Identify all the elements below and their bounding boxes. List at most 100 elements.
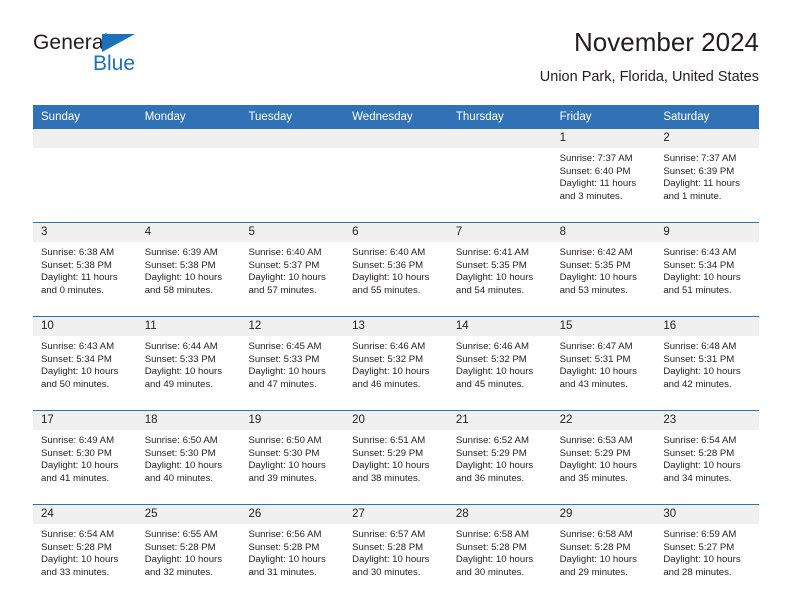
calendar-day-cell[interactable]: 14 Sunrise: 6:46 AM Sunset: 5:32 PM Dayligh… [447,317,552,410]
daylight-text: Daylight: 10 hours and 33 minutes. [41,554,119,578]
weekday-header-wednesday: Wednesday [352,111,413,123]
calendar-day-cell[interactable]: 21 Sunrise: 6:52 AM Sunset: 5:29 PM Dayligh… [447,411,552,504]
calendar-day-cell[interactable]: 29 Sunrise: 6:58 AM Sunset: 5:28 PM Dayligh… [551,505,656,598]
calendar-day-cell[interactable]: 7 Sunrise: 6:41 AM Sunset: 5:35 PM Daylight… [447,223,552,316]
calendar-day-cell[interactable]: 15 Sunrise: 6:47 AM Sunset: 5:31 PM Dayligh… [551,317,656,410]
day-info: Sunrise: 6:50 AM Sunset: 5:30 PM Daylight:… [240,430,344,485]
sunset-text: Sunset: 5:28 PM [41,541,112,553]
calendar-day-cell[interactable]: 12 Sunrise: 6:45 AM Sunset: 5:33 PM Dayligh… [240,317,345,410]
day-number: 28 [455,508,469,520]
sunset-text: Sunset: 5:28 PM [248,541,320,553]
daylight-text: Daylight: 10 hours and 54 minutes. [455,272,534,296]
calendar-day-cell[interactable]: 3 Sunrise: 6:38 AM Sunset: 5:38 PM Daylight… [33,223,137,316]
sunrise-text: Sunrise: 6:57 AM [352,529,426,540]
location-subtitle: Union Park, Florida, United States [539,69,759,85]
calendar-day-cell[interactable]: 20 Sunrise: 6:51 AM Sunset: 5:29 PM Dayligh… [344,411,448,504]
weekday-header-sunday: Sunday [41,111,81,123]
day-number-band: 10 [33,317,137,336]
sunrise-text: Sunrise: 6:50 AM [248,435,322,446]
weekday-header-friday: Friday [559,111,592,123]
day-number: 27 [352,508,365,520]
day-info: Sunrise: 6:46 AM Sunset: 5:32 PM Daylight:… [448,336,552,391]
calendar-day-cell[interactable]: 6 Sunrise: 6:40 AM Sunset: 5:36 PM Daylight… [344,223,448,316]
sunset-text: Sunset: 6:40 PM [559,165,631,177]
calendar-day-cell[interactable]: 4 Sunrise: 6:39 AM Sunset: 5:38 PM Daylight… [136,223,241,316]
calendar-week-row: 24 Sunrise: 6:54 AM Sunset: 5:28 PM Dayligh… [33,504,760,598]
daylight-text: Daylight: 11 hours and 1 minute. [663,178,740,202]
day-info: Sunrise: 6:43 AM Sunset: 5:34 PM Daylight:… [33,336,137,391]
daylight-text: Daylight: 10 hours and 43 minutes. [559,366,637,390]
calendar-day-cell[interactable]: 26 Sunrise: 6:56 AM Sunset: 5:28 PM Dayligh… [240,505,345,598]
calendar-day-cell[interactable]: 24 Sunrise: 6:54 AM Sunset: 5:28 PM Dayligh… [33,505,137,598]
calendar-day-cell-empty [136,129,241,222]
sunrise-text: Sunrise: 7:37 AM [663,153,737,164]
daylight-text: Daylight: 10 hours and 58 minutes. [144,272,223,296]
sunrise-text: Sunrise: 6:59 AM [663,529,737,540]
sunrise-text: Sunrise: 6:43 AM [41,341,115,352]
calendar-week-row: 1 Sunrise: 7:37 AM Sunset: 6:40 PM Daylight… [33,129,760,222]
calendar-day-cell[interactable]: 10 Sunrise: 6:43 AM Sunset: 5:34 PM Dayligh… [33,317,137,410]
calendar-day-cell[interactable]: 18 Sunrise: 6:50 AM Sunset: 5:30 PM Dayligh… [136,411,241,504]
sunset-text: Sunset: 5:29 PM [352,447,424,459]
day-number: 30 [663,508,677,520]
sunrise-text: Sunrise: 6:51 AM [352,435,426,446]
page-title: November 2024 [574,27,759,57]
sunrise-text: Sunrise: 6:46 AM [455,341,529,352]
day-info: Sunrise: 6:54 AM Sunset: 5:28 PM Daylight:… [33,524,137,579]
weekday-header-tuesday: Tuesday [248,111,293,123]
day-number: 10 [41,320,54,332]
sunset-text: Sunset: 5:32 PM [352,353,424,365]
day-number: 2 [663,132,670,144]
day-number: 9 [663,226,670,238]
day-info: Sunrise: 6:55 AM Sunset: 5:28 PM Daylight:… [137,524,241,579]
day-number: 23 [663,414,677,426]
day-info: Sunrise: 6:53 AM Sunset: 5:29 PM Daylight:… [552,430,656,485]
day-number-band: 13 [344,317,448,336]
sunrise-text: Sunrise: 6:53 AM [559,435,633,446]
day-info: Sunrise: 6:50 AM Sunset: 5:30 PM Daylight:… [137,430,241,485]
sunset-text: Sunset: 5:28 PM [663,447,735,459]
sunset-text: Sunset: 5:37 PM [248,259,320,271]
day-info: Sunrise: 6:47 AM Sunset: 5:31 PM Daylight:… [552,336,656,391]
calendar-day-cell[interactable]: 17 Sunrise: 6:49 AM Sunset: 5:30 PM Dayligh… [33,411,137,504]
calendar-day-cell[interactable]: 23 Sunrise: 6:54 AM Sunset: 5:28 PM Dayligh… [655,411,760,504]
daylight-text: Daylight: 11 hours and 0 minutes. [41,272,118,296]
calendar-day-cell[interactable]: 13 Sunrise: 6:46 AM Sunset: 5:32 PM Dayligh… [344,317,448,410]
day-number-band: 8 [551,223,656,242]
calendar-day-cell[interactable]: 2 Sunrise: 7:37 AM Sunset: 6:39 PM Daylight… [655,129,760,222]
calendar-day-cell[interactable]: 5 Sunrise: 6:40 AM Sunset: 5:37 PM Daylight… [240,223,345,316]
sunrise-text: Sunrise: 6:54 AM [41,529,115,540]
calendar-week-row: 10 Sunrise: 6:43 AM Sunset: 5:34 PM Dayligh… [33,316,760,410]
sunrise-text: Sunrise: 6:43 AM [663,247,737,258]
sunset-text: Sunset: 5:32 PM [455,353,527,365]
sunset-text: Sunset: 5:28 PM [559,541,631,553]
calendar-day-cell[interactable]: 27 Sunrise: 6:57 AM Sunset: 5:28 PM Dayligh… [344,505,448,598]
calendar-day-cell[interactable]: 9 Sunrise: 6:43 AM Sunset: 5:34 PM Daylight… [655,223,760,316]
day-info: Sunrise: 6:57 AM Sunset: 5:28 PM Daylight:… [344,524,448,579]
calendar-day-cell[interactable]: 1 Sunrise: 7:37 AM Sunset: 6:40 PM Daylight… [551,129,656,222]
calendar-day-cell[interactable]: 30 Sunrise: 6:59 AM Sunset: 5:27 PM Dayligh… [655,505,760,598]
day-number: 25 [144,508,158,520]
day-number: 18 [144,414,158,426]
calendar-day-cell[interactable]: 22 Sunrise: 6:53 AM Sunset: 5:29 PM Dayligh… [551,411,656,504]
calendar-day-cell[interactable]: 28 Sunrise: 6:58 AM Sunset: 5:28 PM Dayligh… [447,505,552,598]
calendar-day-cell[interactable]: 16 Sunrise: 6:48 AM Sunset: 5:31 PM Dayligh… [655,317,760,410]
daylight-text: Daylight: 10 hours and 46 minutes. [352,366,430,390]
day-info: Sunrise: 6:44 AM Sunset: 5:33 PM Daylight:… [137,336,241,391]
calendar-day-cell[interactable]: 8 Sunrise: 6:42 AM Sunset: 5:35 PM Daylight… [551,223,656,316]
calendar-day-cell[interactable]: 25 Sunrise: 6:55 AM Sunset: 5:28 PM Dayligh… [136,505,241,598]
sunrise-text: Sunrise: 6:40 AM [352,247,426,258]
day-number: 1 [559,132,566,144]
calendar-day-cell[interactable]: 19 Sunrise: 6:50 AM Sunset: 5:30 PM Dayligh… [240,411,345,504]
day-number-band: 28 [447,505,552,524]
day-number-band: 22 [551,411,656,430]
day-number-band: 26 [240,505,345,524]
daylight-text: Daylight: 10 hours and 38 minutes. [352,460,430,484]
calendar-day-cell[interactable]: 11 Sunrise: 6:44 AM Sunset: 5:33 PM Dayligh… [136,317,241,410]
day-number-band: 6 [344,223,448,242]
day-number: 16 [663,320,677,332]
calendar-week-row: 3 Sunrise: 6:38 AM Sunset: 5:38 PM Daylight… [33,222,760,316]
calendar-day-cell-empty [344,129,448,222]
weekday-header-saturday: Saturday [663,111,710,123]
title-block: November 2024 Union Park, Florida, Unite… [540,27,759,87]
